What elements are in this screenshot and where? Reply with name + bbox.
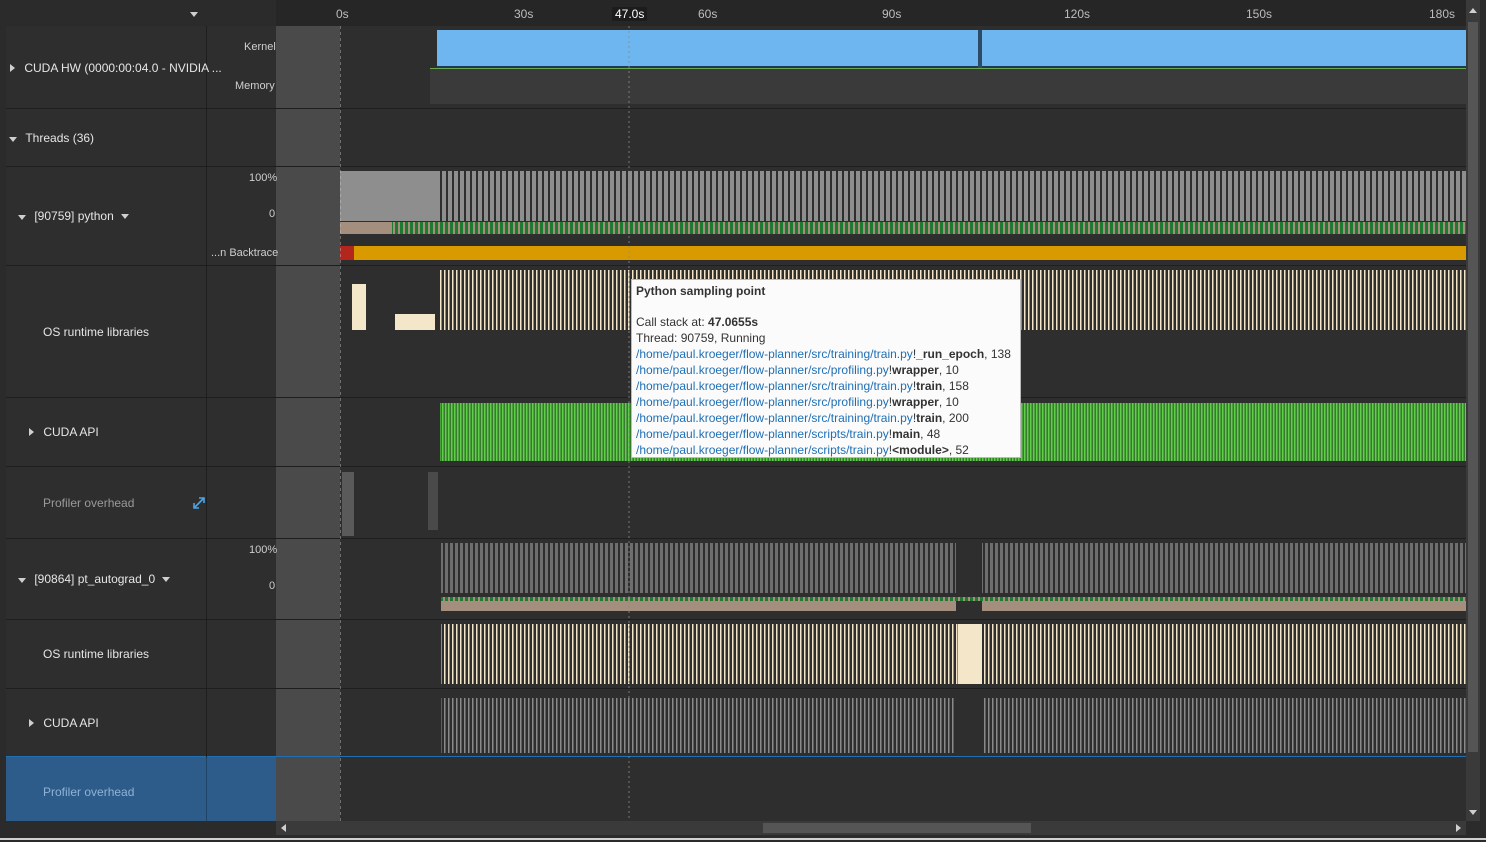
os-runtime-activity-2[interactable]	[441, 624, 1466, 684]
vertical-scrollbar[interactable]	[1466, 0, 1480, 821]
pre-start-region	[276, 26, 340, 821]
ruler-tick: 60s	[698, 7, 718, 21]
autograd-thread-row[interactable]: [90864] pt_autograd_0	[18, 572, 171, 586]
tooltip-title: Python sampling point	[636, 284, 766, 298]
thread-menu-icon[interactable]	[162, 577, 171, 583]
vertical-scroll-thumb[interactable]	[1468, 22, 1478, 752]
ruler-tick: 90s	[882, 7, 902, 21]
stack-frame[interactable]: /home/paul.kroeger/flow-planner/scripts/…	[636, 426, 1016, 442]
threads-label: Threads (36)	[25, 131, 95, 145]
ruler-tick: 30s	[514, 7, 534, 21]
track-labels-pane	[6, 26, 206, 821]
cpu-100-label: 100%	[249, 544, 278, 556]
options-dropdown-icon[interactable]	[190, 12, 198, 17]
expand-icon[interactable]	[29, 425, 34, 439]
cpu-0-label: 0	[269, 580, 276, 592]
expand-icon[interactable]	[10, 61, 15, 75]
cuda-hw-row[interactable]: CUDA HW (0000:00:04.0 - NVIDIA ...	[10, 61, 222, 75]
collapse-icon[interactable]	[9, 131, 17, 145]
autograd-thread-label: [90864] pt_autograd_0	[34, 572, 156, 586]
stack-frame[interactable]: /home/paul.kroeger/flow-planner/src/trai…	[636, 378, 1016, 394]
kernel-activity-bar[interactable]	[437, 30, 1466, 68]
collapse-icon[interactable]	[18, 209, 26, 223]
profiler-overhead-label-2[interactable]: Profiler overhead	[43, 785, 134, 799]
cpu-0-label: 0	[269, 208, 276, 220]
backtrace-sublabel: ...n Backtrace	[211, 247, 279, 259]
cuda-api-label-1: CUDA API	[43, 425, 99, 439]
scroll-down-icon[interactable]	[1469, 810, 1477, 815]
scroll-left-icon[interactable]	[281, 824, 286, 832]
timeline-ruler[interactable]: 0s 30s 60s 90s 120s 150s 180s 47.0s	[276, 0, 1466, 27]
ruler-tick: 180s	[1429, 7, 1456, 21]
stack-frame[interactable]: /home/paul.kroeger/flow-planner/src/prof…	[636, 362, 1016, 378]
threads-row[interactable]: Threads (36)	[9, 131, 94, 145]
ruler-tick: 0s	[336, 7, 349, 21]
cursor-time-label: 47.0s	[612, 7, 648, 21]
stack-frame[interactable]: /home/paul.kroeger/flow-planner/src/trai…	[636, 410, 1016, 426]
autograd-cpu-usage[interactable]	[441, 543, 956, 593]
cuda-api-row-2[interactable]: CUDA API	[29, 716, 99, 730]
tooltip-call-stack: Call stack at: 47.0655s	[636, 315, 759, 329]
cpu-100-label: 100%	[249, 172, 278, 184]
collapse-icon[interactable]	[18, 572, 26, 586]
kernel-sublabel: Kernel	[244, 41, 276, 53]
ruler-tick: 120s	[1064, 7, 1091, 21]
scroll-up-icon[interactable]	[1469, 8, 1477, 13]
stack-frame[interactable]: /home/paul.kroeger/flow-planner/src/prof…	[636, 394, 1016, 410]
expand-icon[interactable]	[29, 716, 34, 730]
tooltip-thread: Thread: 90759, Running	[636, 331, 766, 345]
os-runtime-label-1[interactable]: OS runtime libraries	[43, 325, 149, 339]
track-sublabels-pane	[207, 26, 276, 821]
horizontal-scrollbar[interactable]	[276, 821, 1466, 835]
cuda-api-row-1[interactable]: CUDA API	[29, 425, 99, 439]
profiler-overhead-label-1[interactable]: Profiler overhead	[43, 496, 134, 510]
thread-menu-icon[interactable]	[121, 214, 130, 220]
cuda-api-activity-2[interactable]	[441, 698, 956, 753]
sampling-tooltip: Python sampling point Call stack at: 47.…	[631, 279, 1021, 458]
track-header-corner	[6, 0, 206, 27]
scroll-right-icon[interactable]	[1456, 824, 1461, 832]
cuda-api-label-2: CUDA API	[43, 716, 99, 730]
link-icon[interactable]	[192, 496, 206, 510]
python-thread-row[interactable]: [90759] python	[18, 209, 130, 223]
memory-sublabel: Memory	[235, 80, 275, 92]
cuda-hw-label: CUDA HW (0000:00:04.0 - NVIDIA ...	[24, 61, 222, 75]
stack-frame[interactable]: /home/paul.kroeger/flow-planner/scripts/…	[636, 442, 1016, 458]
os-runtime-label-2[interactable]: OS runtime libraries	[43, 647, 149, 661]
ruler-tick: 150s	[1246, 7, 1273, 21]
stack-frame[interactable]: /home/paul.kroeger/flow-planner/src/trai…	[636, 346, 1016, 362]
horizontal-scroll-thumb[interactable]	[763, 823, 1031, 833]
python-thread-label: [90759] python	[34, 209, 114, 223]
python-cpu-usage[interactable]	[340, 171, 1466, 221]
